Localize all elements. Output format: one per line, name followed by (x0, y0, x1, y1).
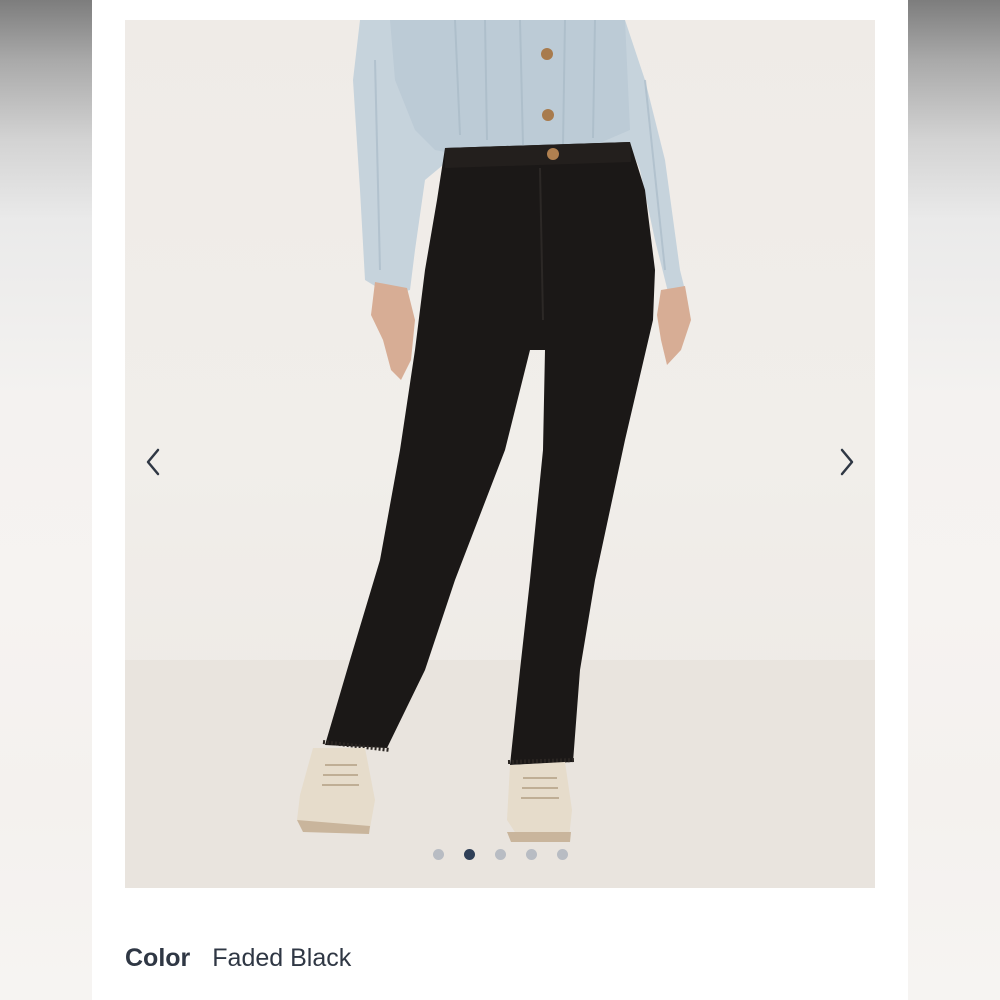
product-image-carousel[interactable] (125, 20, 875, 888)
pagination-dot[interactable] (494, 849, 506, 860)
product-photo (125, 20, 875, 888)
pagination-dot-active[interactable] (463, 849, 475, 860)
chevron-left-icon (146, 448, 160, 476)
blurred-backdrop-left (0, 0, 92, 1000)
product-page: Color Faded Black (0, 0, 1000, 1000)
color-value: Faded Black (212, 944, 352, 972)
color-selection: Color Faded Black (125, 944, 351, 973)
pagination-dot[interactable] (525, 849, 537, 860)
color-label: Color (125, 944, 191, 972)
next-image-button[interactable] (826, 442, 866, 482)
previous-image-button[interactable] (134, 442, 174, 482)
pagination-dot[interactable] (556, 849, 568, 860)
carousel-pagination (125, 849, 875, 860)
pagination-dot[interactable] (432, 849, 444, 860)
chevron-right-icon (840, 448, 854, 476)
blurred-backdrop-right (908, 0, 1000, 1000)
